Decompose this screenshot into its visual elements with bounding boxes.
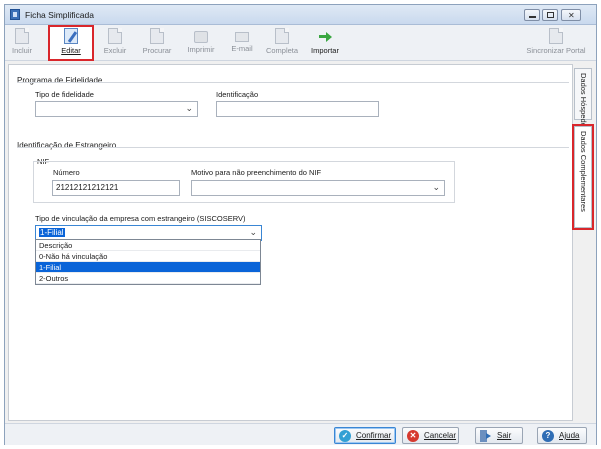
delete-document-icon: [108, 28, 122, 44]
search-document-icon: [150, 28, 164, 44]
form-icon: [275, 28, 289, 44]
sair-button[interactable]: Sair: [475, 427, 523, 444]
bottom-bar: ✓ Confirmar ✕ Cancelar Sair ? Ajuda: [5, 423, 596, 445]
dropdown-option[interactable]: 2-Outros: [36, 273, 260, 284]
tab-dados-complementares-label: Dados Complementares: [579, 131, 588, 212]
tipo-fidelidade-select[interactable]: ⌄: [35, 101, 198, 117]
dropdown-option[interactable]: 0-Não há vinculação: [36, 251, 260, 262]
main-window: Ficha Simplificada ✕ Incluir Editar Excl…: [4, 4, 597, 445]
chevron-down-icon: ⌄: [185, 103, 193, 113]
toolbar: Incluir Editar Excluir Procurar Imprimir…: [5, 25, 596, 61]
completa-label: Completa: [265, 46, 299, 55]
sincronizar-label: Sincronizar Portal: [526, 46, 586, 55]
chevron-down-icon: ⌄: [249, 227, 257, 237]
tab-dados-hospede[interactable]: Dados Hóspede: [574, 68, 592, 127]
minimize-button[interactable]: [524, 9, 540, 21]
identificacao-label: Identificação: [216, 90, 259, 99]
maximize-button[interactable]: [542, 9, 558, 21]
importar-label: Importar: [311, 46, 339, 55]
identificacao-input[interactable]: [216, 101, 379, 117]
dropdown-option[interactable]: Descrição: [36, 240, 260, 251]
sincronizar-portal-button[interactable]: Sincronizar Portal: [520, 27, 592, 59]
ajuda-button[interactable]: ? Ajuda: [537, 427, 587, 444]
window-title: Ficha Simplificada: [25, 10, 94, 20]
numero-label: Número: [53, 168, 80, 177]
imprimir-label: Imprimir: [187, 45, 215, 54]
dropdown-option-selected[interactable]: 1-Filial: [36, 262, 260, 273]
importar-button[interactable]: Importar: [305, 27, 345, 59]
editar-button[interactable]: Editar: [48, 25, 94, 61]
side-tabs: Dados Hóspede Dados Complementares: [572, 64, 594, 421]
vinculacao-value: 1-Filial: [39, 228, 65, 237]
cancelar-label: Cancelar: [424, 431, 457, 440]
excluir-button[interactable]: Excluir: [98, 27, 132, 59]
tab-dados-complementares[interactable]: Dados Complementares: [572, 124, 594, 230]
import-icon: [318, 28, 332, 44]
editar-label: Editar: [61, 46, 81, 55]
completa-button[interactable]: Completa: [262, 27, 302, 59]
title-bar: Ficha Simplificada ✕: [5, 5, 596, 25]
confirmar-label: Confirmar: [356, 431, 392, 440]
sair-label: Sair: [497, 431, 512, 440]
tipo-fidelidade-label: Tipo de fidelidade: [35, 90, 94, 99]
imprimir-button[interactable]: Imprimir: [182, 27, 220, 59]
email-button[interactable]: E-mail: [225, 27, 259, 59]
edit-icon: [64, 28, 78, 44]
sync-icon: [549, 28, 563, 44]
excluir-label: Excluir: [103, 46, 127, 55]
maximize-icon: [547, 12, 554, 18]
close-icon: ✕: [568, 11, 575, 20]
cancelar-button[interactable]: ✕ Cancelar: [402, 427, 459, 444]
app-icon: [10, 9, 20, 20]
minimize-icon: [529, 16, 536, 18]
chevron-down-icon: ⌄: [432, 182, 440, 192]
help-icon: ?: [542, 430, 554, 442]
motivo-select[interactable]: ⌄: [191, 180, 445, 196]
incluir-button[interactable]: Incluir: [7, 27, 37, 59]
numero-input[interactable]: 21212121212121: [52, 180, 180, 196]
ajuda-label: Ajuda: [559, 431, 580, 440]
email-label: E-mail: [231, 44, 253, 53]
printer-icon: [194, 31, 208, 43]
check-icon: ✓: [339, 430, 351, 442]
confirmar-button[interactable]: ✓ Confirmar: [334, 427, 396, 444]
exit-icon: [480, 430, 492, 442]
mail-icon: [235, 32, 249, 42]
procurar-button[interactable]: Procurar: [137, 27, 177, 59]
new-document-icon: [15, 28, 29, 44]
vinculacao-label: Tipo de vinculação da empresa com estran…: [35, 214, 246, 223]
incluir-label: Incluir: [11, 46, 32, 55]
tab-dados-hospede-label: Dados Hóspede: [579, 73, 588, 127]
cancel-icon: ✕: [407, 430, 419, 442]
procurar-label: Procurar: [142, 46, 172, 55]
vinculacao-dropdown-list: Descrição 0-Não há vinculação 1-Filial 2…: [35, 239, 261, 285]
close-button[interactable]: ✕: [561, 9, 581, 21]
motivo-label: Motivo para não preenchimento do NIF: [191, 168, 322, 177]
